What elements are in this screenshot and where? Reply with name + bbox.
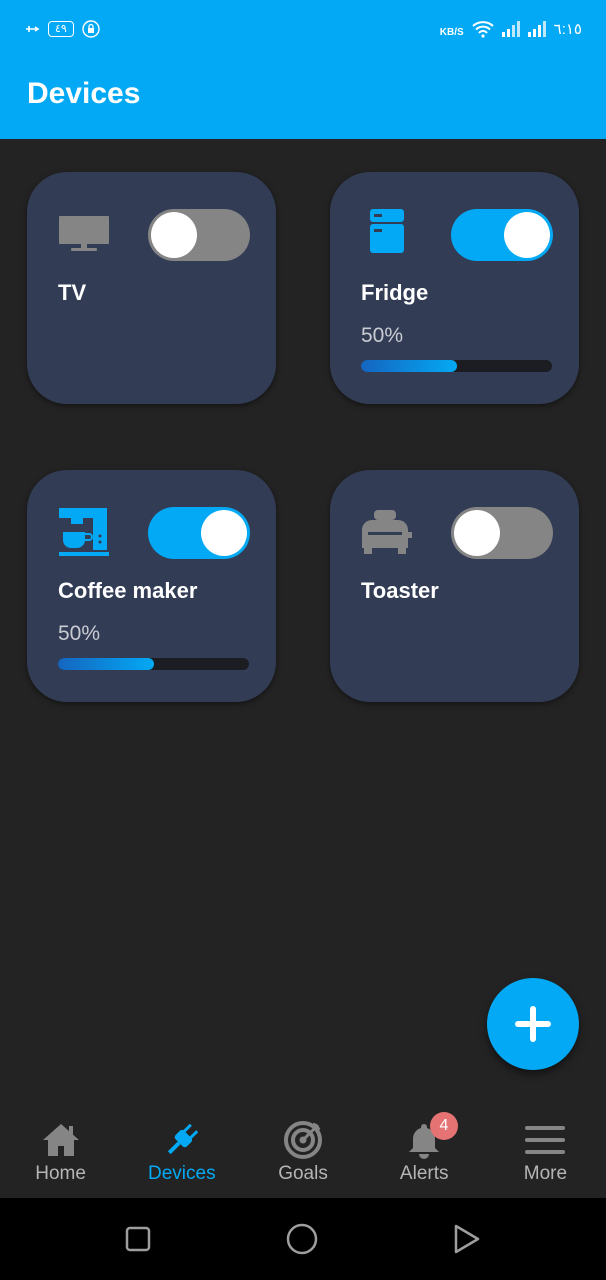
signal-icon-2: [527, 21, 546, 37]
nav-label: Home: [35, 1163, 86, 1184]
power-progress-bar: [58, 658, 249, 670]
lock-icon: [82, 20, 100, 38]
menu-icon: [525, 1126, 566, 1154]
nav-item-goals[interactable]: Goals: [242, 1100, 363, 1198]
plug-icon: [167, 1123, 199, 1155]
nav-label: More: [523, 1163, 568, 1184]
tv-icon: [59, 216, 109, 251]
device-card-coffee-maker[interactable]: Coffee maker 50%: [27, 470, 276, 702]
home-circle-icon[interactable]: [286, 1223, 318, 1255]
power-progress-fill: [361, 360, 457, 372]
nav-item-devices[interactable]: Devices: [121, 1100, 242, 1198]
toggle-knob: [201, 510, 247, 556]
wifi-icon: [471, 21, 494, 38]
status-left: ٤٩: [24, 20, 100, 38]
device-name: Fridge: [361, 280, 429, 305]
app-bar: ٤٩ KB/S ٦:١٥ Devices: [0, 0, 606, 139]
power-percent: 50%: [58, 622, 101, 645]
device-name: TV: [58, 280, 87, 305]
coffee-maker-icon: [59, 508, 109, 556]
nav-label: Devices: [148, 1163, 216, 1184]
fridge-icon: [370, 209, 404, 253]
power-progress-fill: [58, 658, 154, 670]
toggle-knob: [504, 212, 550, 258]
system-nav-bar: [0, 1198, 606, 1280]
nav-item-home[interactable]: Home: [0, 1100, 121, 1198]
home-icon: [42, 1124, 79, 1156]
status-bar: ٤٩ KB/S ٦:١٥: [0, 0, 606, 60]
power-progress-bar: [361, 360, 552, 372]
page-title: Devices: [27, 77, 141, 110]
back-triangle-icon[interactable]: [450, 1223, 482, 1255]
device-name: Coffee maker: [58, 578, 198, 603]
nav-label: Alerts: [399, 1163, 449, 1184]
device-name: Toaster: [361, 578, 439, 603]
fridge-power-toggle[interactable]: [451, 209, 553, 261]
nav-label: Goals: [278, 1163, 328, 1184]
toaster-icon: [362, 510, 412, 554]
network-speed-unit: KB/S: [439, 26, 464, 38]
add-device-button[interactable]: [487, 978, 579, 1070]
recents-icon[interactable]: [122, 1223, 154, 1255]
status-time: ٦:١٥: [553, 21, 582, 38]
status-right: KB/S ٦:١٥: [440, 20, 582, 38]
signal-icon: [501, 21, 520, 37]
device-card-fridge[interactable]: Fridge 50%: [330, 172, 579, 404]
toggle-knob: [454, 510, 500, 556]
target-icon: [284, 1121, 322, 1159]
tv-power-toggle[interactable]: [148, 209, 250, 261]
nav-item-alerts[interactable]: Alerts: [364, 1100, 485, 1198]
bottom-nav: Home Devices Goals Alerts More: [0, 1100, 606, 1198]
device-card-tv[interactable]: TV: [27, 172, 276, 404]
power-percent: 50%: [361, 324, 404, 347]
toggle-knob: [151, 212, 197, 258]
alerts-count-badge: 4: [430, 1112, 458, 1140]
notification-badge: ٤٩: [48, 21, 74, 37]
toaster-power-toggle[interactable]: [451, 507, 553, 559]
coffee-maker-power-toggle[interactable]: [148, 507, 250, 559]
usb-icon: [26, 26, 40, 32]
plus-icon: [515, 1006, 551, 1042]
device-card-toaster[interactable]: Toaster: [330, 470, 579, 702]
nav-item-more[interactable]: More: [485, 1100, 606, 1198]
